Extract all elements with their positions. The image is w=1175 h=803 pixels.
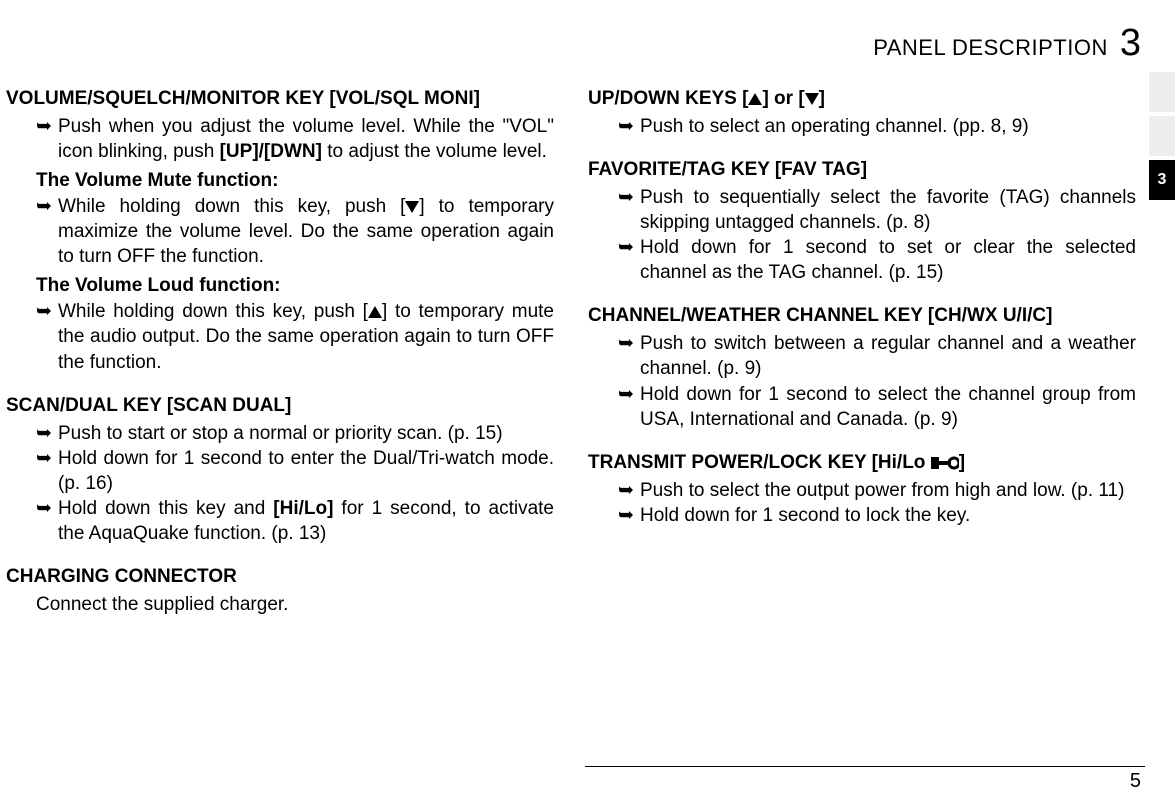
bullet: ➥ While holding down this key, push [] t… <box>36 194 554 269</box>
bullet-text: While holding down this key, push [] to … <box>58 194 554 269</box>
content-columns: VOLUME/SQUELCH/MONITOR KEY [VOL/SQL MONI… <box>6 88 1147 637</box>
section-vol-sql: VOLUME/SQUELCH/MONITOR KEY [VOL/SQL MONI… <box>6 88 554 375</box>
up-triangle-icon <box>748 93 762 105</box>
key-lock-icon <box>931 455 959 471</box>
side-tab-blank-2 <box>1149 116 1175 156</box>
section-scan-dual: SCAN/DUAL KEY [SCAN DUAL] ➥ Push to star… <box>6 395 554 546</box>
bullet: ➥ Hold down for 1 second to set or clear… <box>618 235 1136 285</box>
up-triangle-icon <box>368 306 382 318</box>
section-title: CHANNEL/WEATHER CHANNEL KEY [CH/WX U/I/C… <box>588 305 1136 327</box>
bullet: ➥ Push to select an operating channel. (… <box>618 114 1136 139</box>
section-title: VOLUME/SQUELCH/MONITOR KEY [VOL/SQL MONI… <box>6 88 554 110</box>
section-hilo-lock: TRANSMIT POWER/LOCK KEY [Hi/Lo ] ➥ Push … <box>588 452 1136 528</box>
sub-title-loud: The Volume Loud function: <box>36 275 554 297</box>
bullet-text: While holding down this key, push [] to … <box>58 299 554 374</box>
bullet: ➥ Push when you adjust the volume level.… <box>36 114 554 164</box>
bullet-arrow-icon: ➥ <box>618 185 640 235</box>
bullet-text: Push when you adjust the volume level. W… <box>58 114 554 164</box>
bullet-text: Hold down this key and [Hi/Lo] for 1 sec… <box>58 496 554 546</box>
section-title: UP/DOWN KEYS [] or [] <box>588 88 1136 110</box>
bullet-arrow-icon: ➥ <box>618 382 640 432</box>
bullet-text: Hold down for 1 second to select the cha… <box>640 382 1136 432</box>
bullet: ➥ Push to select the output power from h… <box>618 478 1136 503</box>
bullet-text: Push to start or stop a normal or priori… <box>58 421 554 446</box>
bullet-arrow-icon: ➥ <box>618 503 640 528</box>
body-text: Connect the supplied charger. <box>36 592 554 617</box>
bullet: ➥ Push to start or stop a normal or prio… <box>36 421 554 446</box>
bullet-arrow-icon: ➥ <box>618 114 640 139</box>
section-title: SCAN/DUAL KEY [SCAN DUAL] <box>6 395 554 417</box>
down-triangle-icon <box>805 93 819 105</box>
section-updown: UP/DOWN KEYS [] or [] ➥ Push to select a… <box>588 88 1136 139</box>
side-tab-blank-1 <box>1149 72 1175 112</box>
bullet-arrow-icon: ➥ <box>36 496 58 546</box>
bullet-arrow-icon: ➥ <box>36 299 58 374</box>
section-ch-wx: CHANNEL/WEATHER CHANNEL KEY [CH/WX U/I/C… <box>588 305 1136 431</box>
footer-rule <box>585 766 1145 767</box>
section-charging: CHARGING CONNECTOR Connect the supplied … <box>6 566 554 617</box>
bullet-text: Push to select an operating channel. (pp… <box>640 114 1136 139</box>
page-header: PANEL DESCRIPTION 3 <box>6 24 1147 62</box>
sub-title-mute: The Volume Mute function: <box>36 170 554 192</box>
bullet-text: Hold down for 1 second to lock the key. <box>640 503 1136 528</box>
bullet-arrow-icon: ➥ <box>36 446 58 496</box>
bullet: ➥ Hold down for 1 second to enter the Du… <box>36 446 554 496</box>
left-column: VOLUME/SQUELCH/MONITOR KEY [VOL/SQL MONI… <box>6 88 554 637</box>
bullet: ➥ Push to sequentially select the favori… <box>618 185 1136 235</box>
section-title: FAVORITE/TAG KEY [FAV TAG] <box>588 159 1136 181</box>
bullet-arrow-icon: ➥ <box>618 331 640 381</box>
page-number: 5 <box>1130 770 1141 793</box>
bullet-text: Push to switch between a regular channel… <box>640 331 1136 381</box>
section-fav-tag: FAVORITE/TAG KEY [FAV TAG] ➥ Push to seq… <box>588 159 1136 285</box>
section-title: CHARGING CONNECTOR <box>6 566 554 588</box>
section-title: TRANSMIT POWER/LOCK KEY [Hi/Lo ] <box>588 452 1136 474</box>
bullet-arrow-icon: ➥ <box>36 421 58 446</box>
bullet-arrow-icon: ➥ <box>36 194 58 269</box>
right-column: UP/DOWN KEYS [] or [] ➥ Push to select a… <box>588 88 1136 637</box>
bullet-arrow-icon: ➥ <box>618 235 640 285</box>
bullet-text: Push to sequentially select the favorite… <box>640 185 1136 235</box>
bullet-text: Hold down for 1 second to enter the Dual… <box>58 446 554 496</box>
side-tab-active: 3 <box>1149 160 1175 200</box>
bullet-text: Hold down for 1 second to set or clear t… <box>640 235 1136 285</box>
chapter-number: 3 <box>1120 24 1141 62</box>
bullet: ➥ While holding down this key, push [] t… <box>36 299 554 374</box>
page: PANEL DESCRIPTION 3 3 VOLUME/SQUELCH/MON… <box>0 0 1175 803</box>
bullet-arrow-icon: ➥ <box>36 114 58 164</box>
bullet: ➥ Hold down for 1 second to select the c… <box>618 382 1136 432</box>
down-triangle-icon <box>405 201 419 213</box>
header-title: PANEL DESCRIPTION <box>873 35 1108 61</box>
bullet: ➥ Hold down for 1 second to lock the key… <box>618 503 1136 528</box>
bullet-text: Push to select the output power from hig… <box>640 478 1136 503</box>
side-tabs: 3 <box>1149 72 1175 200</box>
bullet-arrow-icon: ➥ <box>618 478 640 503</box>
bullet: ➥ Push to switch between a regular chann… <box>618 331 1136 381</box>
bullet: ➥ Hold down this key and [Hi/Lo] for 1 s… <box>36 496 554 546</box>
